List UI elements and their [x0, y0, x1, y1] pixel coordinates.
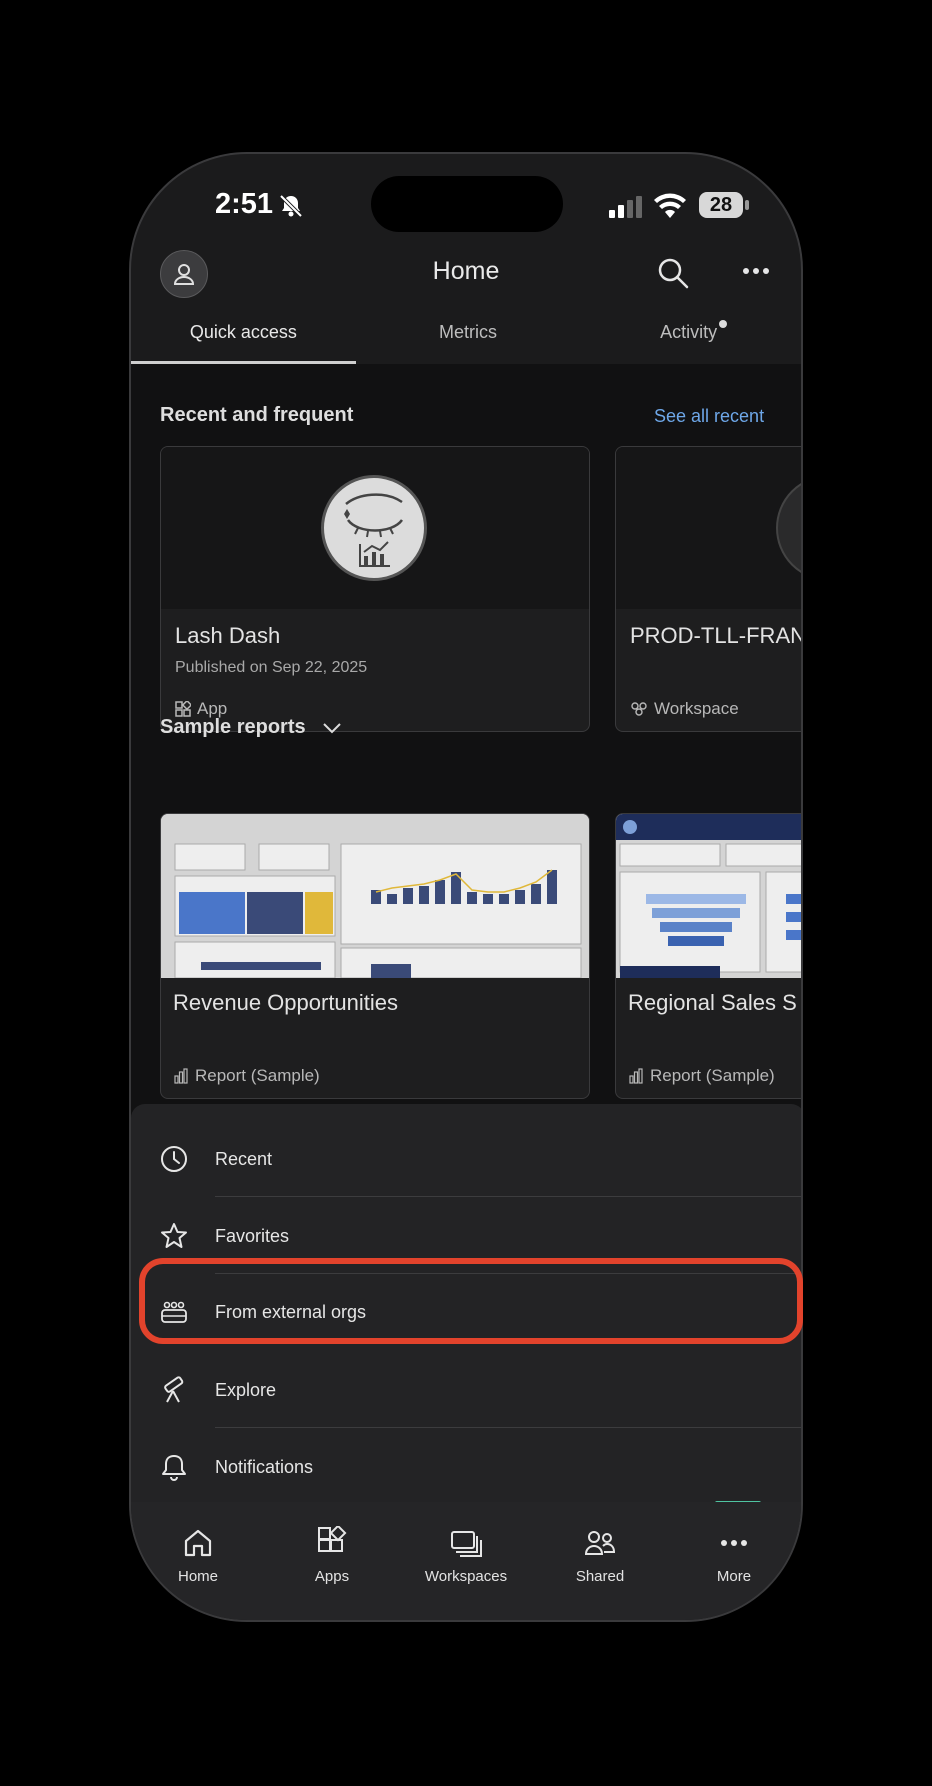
battery-indicator: 28 — [699, 192, 749, 218]
clock-icon — [161, 1146, 187, 1172]
bottom-tab-bar: Home Apps Workspaces Shared More — [131, 1502, 801, 1620]
home-tabs: Quick access Metrics Activity — [131, 314, 801, 364]
card-type: Workspace — [630, 699, 739, 719]
recent-card-prod-tll[interactable]: PROD-TLL-FRAN Workspace — [615, 446, 803, 732]
card-name: PROD-TLL-FRAN — [630, 623, 803, 648]
card-thumbnail — [616, 447, 801, 609]
workspace-icon — [631, 702, 647, 716]
report-thumbnail — [161, 814, 589, 979]
card-type: Report (Sample) — [173, 1066, 320, 1086]
report-preview-image — [161, 814, 589, 979]
star-icon — [161, 1223, 187, 1248]
workspace-logo — [776, 475, 801, 581]
sample-card-regional-sales[interactable]: Regional Sales S Report (Sample) — [615, 813, 801, 1099]
search-icon[interactable] — [656, 256, 690, 290]
dynamic-island — [371, 176, 563, 232]
page-title: Home — [432, 257, 500, 285]
report-icon — [629, 1068, 643, 1084]
sample-reports-header[interactable]: Sample reports — [160, 716, 342, 739]
report-thumbnail — [616, 814, 801, 978]
card-thumbnail — [161, 447, 589, 609]
wifi-icon — [654, 193, 686, 218]
tab-quick-access[interactable]: Quick access — [131, 314, 356, 364]
report-preview-image — [616, 814, 801, 978]
tabbar-shared[interactable]: Shared — [533, 1502, 667, 1585]
phone-screen: 2:51 28 Home Quick access Metrics Activi… — [129, 152, 803, 1622]
tabbar-apps[interactable]: Apps — [265, 1502, 399, 1585]
unread-dot — [719, 320, 728, 328]
home-icon — [184, 1529, 212, 1557]
shared-icon — [584, 1531, 616, 1555]
card-name: Lash Dash — [175, 623, 281, 648]
tab-metrics[interactable]: Metrics — [356, 314, 581, 364]
workspaces-icon — [451, 1531, 482, 1557]
highlight-box — [139, 1258, 803, 1344]
menu-item-notifications[interactable]: Notifications — [131, 1429, 801, 1505]
report-icon — [174, 1068, 188, 1084]
sample-card-revenue-opportunities[interactable]: Revenue Opportunities Report (Sample) — [160, 813, 590, 1099]
bell-icon — [162, 1455, 186, 1481]
recent-card-lash-dash[interactable]: Lash Dash Published on Sep 22, 2025 App — [160, 446, 590, 732]
more-options-icon[interactable] — [741, 264, 771, 278]
menu-item-explore[interactable]: Explore — [131, 1352, 801, 1428]
app-icon — [175, 701, 191, 717]
silent-bell-icon — [279, 194, 303, 218]
more-icon — [721, 1540, 747, 1546]
card-name: Revenue Opportunities — [173, 990, 399, 1015]
recent-section-title: Recent and frequent — [160, 404, 354, 426]
card-name: Regional Sales S — [628, 990, 797, 1015]
eye-chart-logo-icon — [344, 493, 404, 567]
chevron-down-icon — [322, 722, 341, 733]
tabbar-more[interactable]: More — [667, 1502, 801, 1585]
menu-item-recent[interactable]: Recent — [131, 1121, 801, 1197]
tabbar-home[interactable]: Home — [131, 1502, 265, 1585]
card-published-date: Published on Sep 22, 2025 — [175, 659, 368, 676]
apps-icon — [318, 1526, 347, 1552]
tab-activity[interactable]: Activity — [580, 314, 801, 364]
card-type: Report (Sample) — [628, 1066, 775, 1086]
see-all-recent-link[interactable]: See all recent — [654, 406, 764, 427]
telescope-icon — [164, 1376, 184, 1403]
status-time: 2:51 — [215, 188, 274, 220]
tabbar-workspaces[interactable]: Workspaces — [399, 1502, 533, 1585]
signal-icon — [609, 196, 642, 218]
app-logo — [321, 475, 427, 581]
